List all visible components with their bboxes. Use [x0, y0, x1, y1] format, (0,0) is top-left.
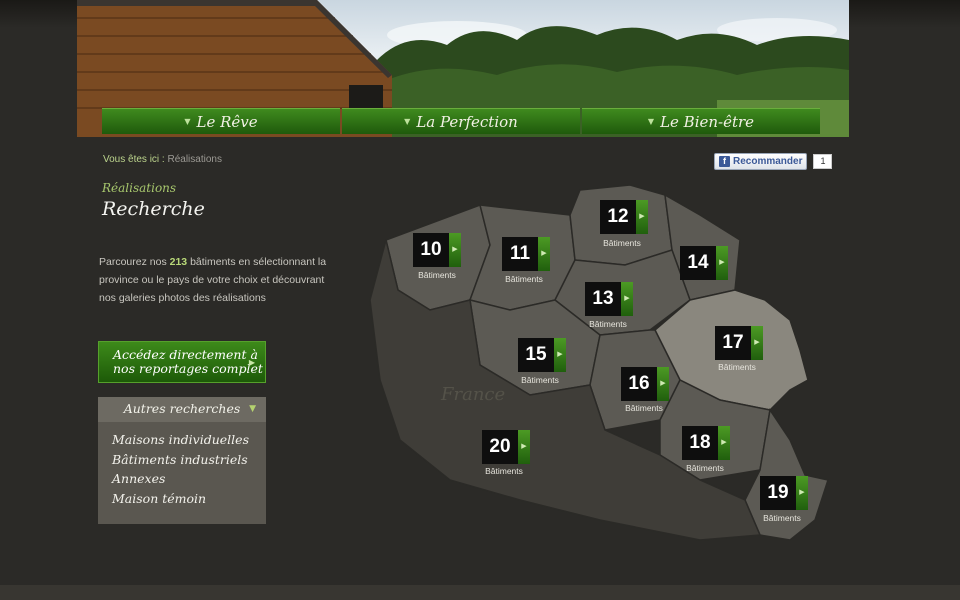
map-marker-13[interactable]: 13 ▶ [585, 282, 633, 316]
footer-bar [0, 585, 960, 600]
marker-caption: Bâtiments [505, 274, 543, 284]
marker-caption: Bâtiments [418, 270, 456, 280]
map-marker-14[interactable]: 14 ▶ [680, 246, 728, 280]
marker-caption: Bâtiments [763, 513, 801, 523]
arrow-right-icon: ▶ [636, 200, 648, 234]
marker-caption: Bâtiments [603, 238, 641, 248]
marker-caption: Bâtiments [625, 403, 663, 413]
marker-caption: Bâtiments [485, 466, 523, 476]
marker-caption: Bâtiments [589, 319, 627, 329]
country-label-france: France [441, 384, 506, 405]
map-marker-16[interactable]: 16 ▶ [621, 367, 669, 401]
map-marker-20[interactable]: 20 ▶ [482, 430, 530, 464]
map-marker-17[interactable]: 17 ▶ [715, 326, 763, 360]
arrow-right-icon: ▶ [751, 326, 763, 360]
marker-caption: Bâtiments [718, 362, 756, 372]
marker-caption: Bâtiments [521, 375, 559, 385]
arrow-right-icon: ▶ [449, 233, 461, 267]
arrow-right-icon: ▶ [716, 246, 728, 280]
map-marker-10[interactable]: 10 ▶ [413, 233, 461, 267]
arrow-right-icon: ▶ [796, 476, 808, 510]
arrow-right-icon: ▶ [538, 237, 550, 271]
map-marker-19[interactable]: 19 ▶ [760, 476, 808, 510]
arrow-right-icon: ▶ [657, 367, 669, 401]
map-marker-12[interactable]: 12 ▶ [600, 200, 648, 234]
province-map [369, 184, 829, 541]
arrow-right-icon: ▶ [621, 282, 633, 316]
map-marker-11[interactable]: 11 ▶ [502, 237, 550, 271]
marker-caption: Bâtiments [686, 463, 724, 473]
map-marker-18[interactable]: 18 ▶ [682, 426, 730, 460]
arrow-right-icon: ▶ [554, 338, 566, 372]
arrow-right-icon: ▶ [518, 430, 530, 464]
arrow-right-icon: ▶ [718, 426, 730, 460]
map-marker-15[interactable]: 15 ▶ [518, 338, 566, 372]
